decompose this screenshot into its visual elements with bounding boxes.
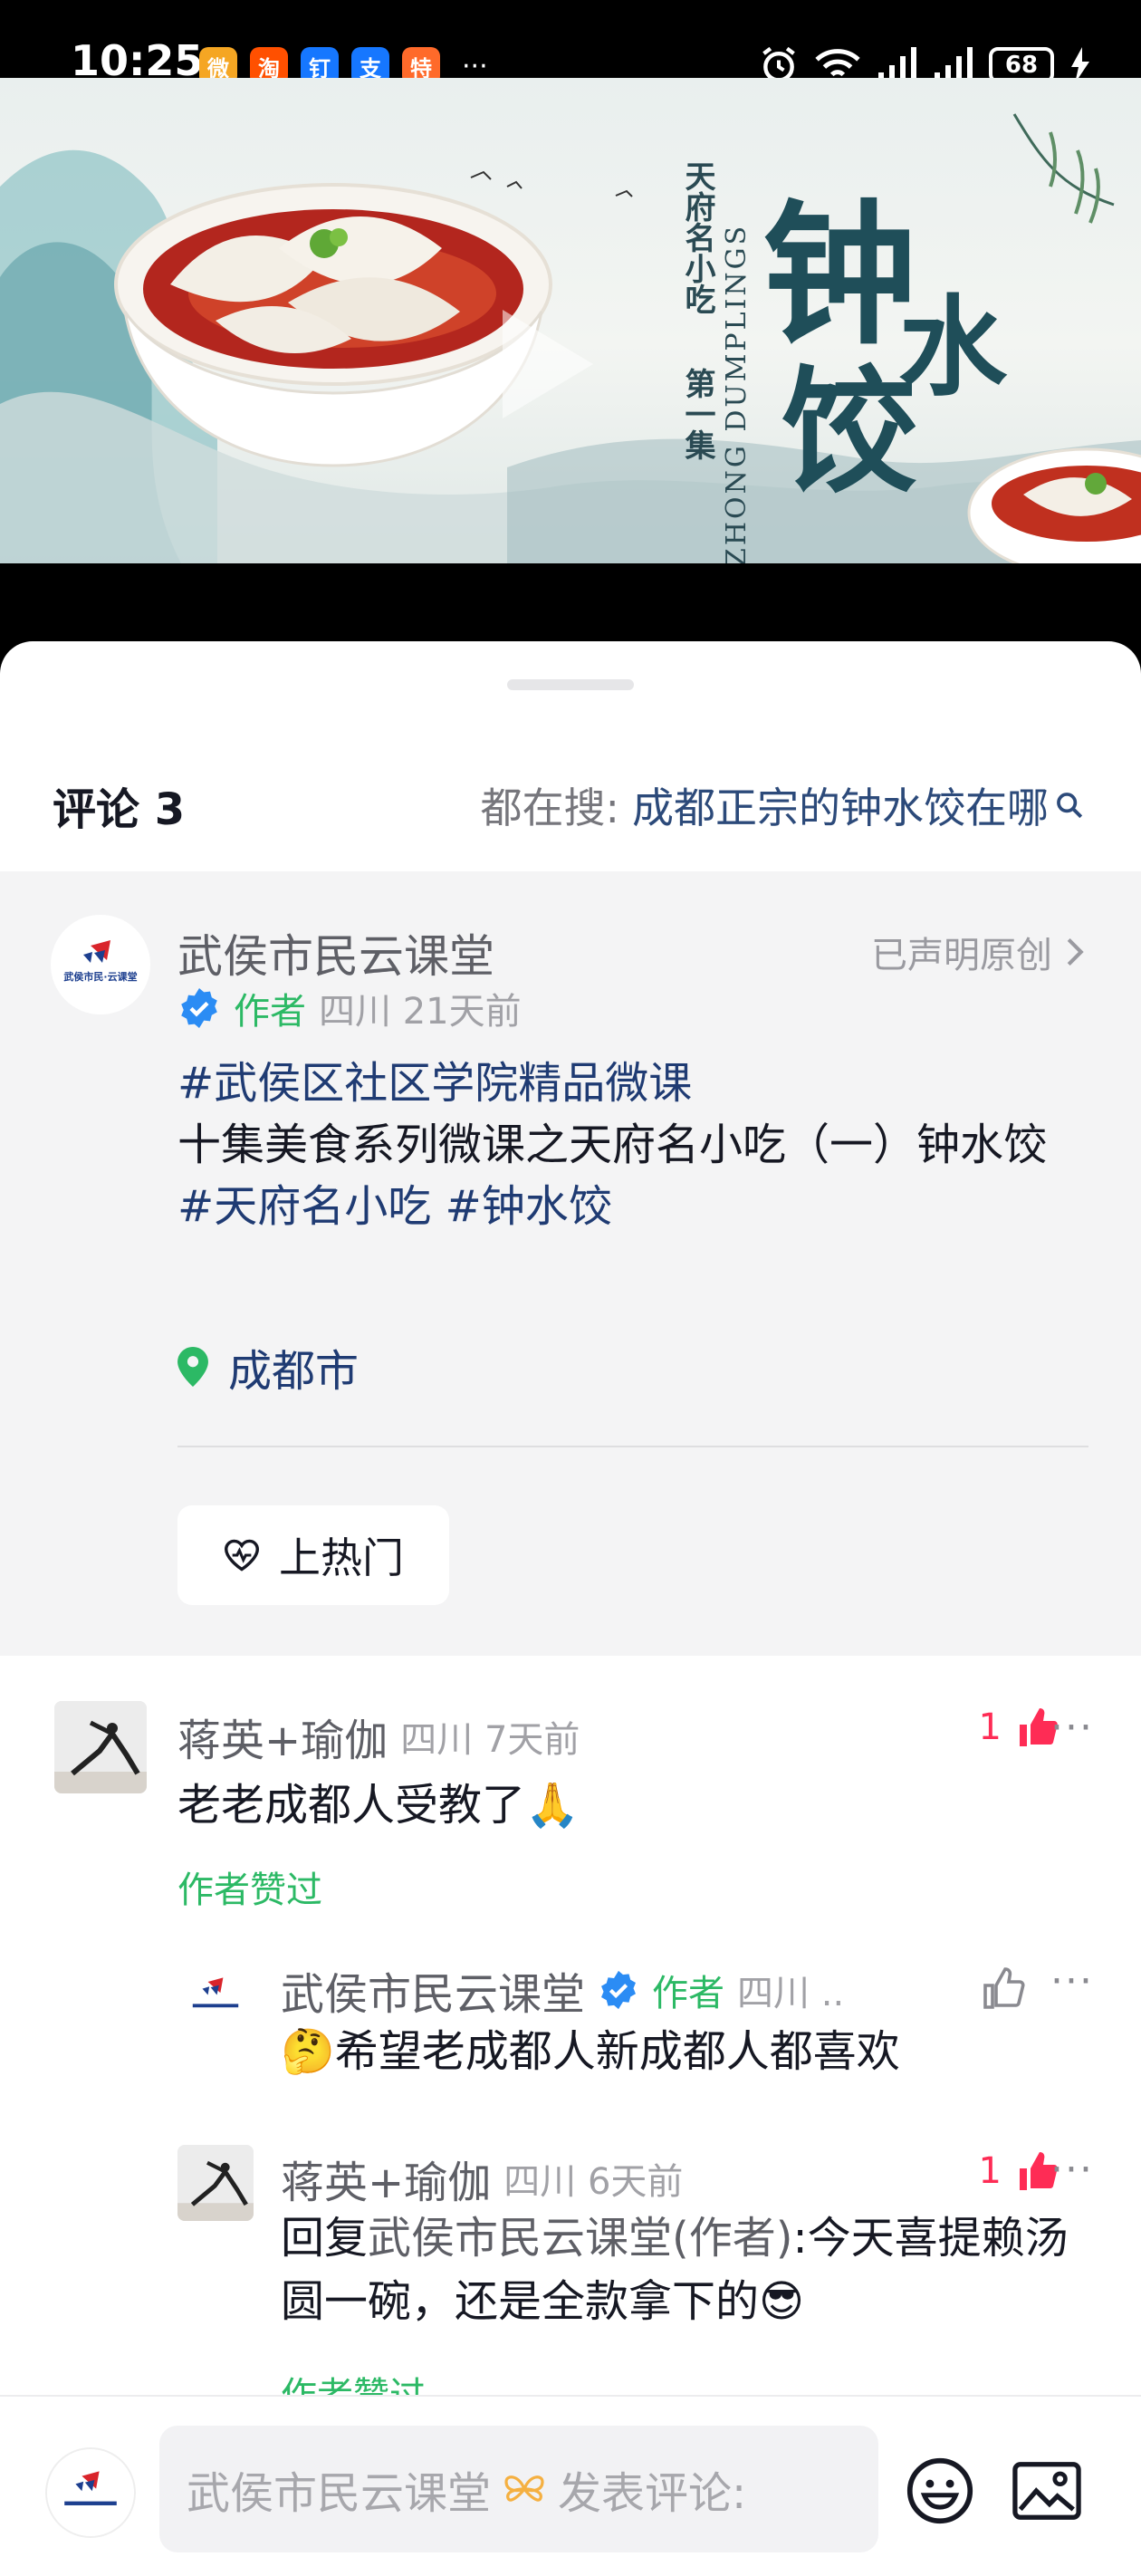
- yunketang-logo-text: 武侯市民·云课堂: [63, 971, 138, 983]
- comment-input-bar: 武侯市民云课堂 发表评论:: [0, 2395, 1141, 2576]
- trending-search-label: 都在搜:: [480, 783, 620, 832]
- thinking-emoji: 🤔: [281, 2026, 335, 2077]
- like-count: 1: [978, 1706, 1002, 1748]
- post-description: #武侯区社区学院精品微课 十集美食系列微课之天府名小吃（一）钟水饺 #天府名小吃…: [177, 1053, 1092, 1237]
- author-reply-avatar[interactable]: [177, 1958, 254, 2034]
- yunketang-logo-icon: [177, 1958, 254, 2034]
- more-options-icon[interactable]: ···: [1050, 1958, 1094, 2004]
- author-name[interactable]: 武侯市民云课堂: [177, 920, 494, 985]
- verified-badge-icon: [601, 1970, 636, 2010]
- reply-target-link[interactable]: 武侯市民云课堂(作者): [368, 2213, 792, 2264]
- more-options-icon[interactable]: ···: [1050, 1705, 1094, 1751]
- comment-meta: 四川 6天前: [503, 2161, 684, 2203]
- author-meta: 作者 四川 21天前: [177, 982, 522, 1034]
- current-user-avatar[interactable]: [45, 2447, 136, 2538]
- english-title: ZHONG DUMPLINGS: [721, 223, 753, 563]
- praying-hands-emoji: 🙏: [525, 1780, 580, 1831]
- boost-hot-button[interactable]: 上热门: [177, 1505, 449, 1605]
- comment-input[interactable]: 武侯市民云课堂 发表评论:: [159, 2426, 878, 2552]
- chevron-right-icon: [1067, 937, 1084, 966]
- comment-meta: 四川 7天前: [400, 1719, 580, 1761]
- replier-name[interactable]: 蒋英+瑜伽: [281, 2147, 491, 2210]
- comment-count: 评论 3: [53, 784, 186, 835]
- commenter-name-row: 蒋英+瑜伽 四川 7天前: [177, 1705, 580, 1768]
- yunketang-logo-icon: [51, 915, 150, 1014]
- comment-meta: 四川 ..: [737, 1973, 845, 2014]
- location-label: 成都市: [228, 1346, 360, 1397]
- image-picker-icon[interactable]: [1012, 2460, 1081, 2522]
- author-avatar[interactable]: 武侯市民·云课堂: [51, 915, 150, 1014]
- trending-search-keyword: 成都正宗的钟水饺在哪: [632, 783, 1049, 832]
- dumpling-bowl-image: [114, 183, 552, 467]
- dumpling-bowl-corner-image: [967, 447, 1141, 563]
- replier-name[interactable]: 武侯市民云课堂: [281, 1958, 585, 2022]
- post-text: 十集美食系列微课之天府名小吃（一）钟水饺: [177, 1120, 1048, 1170]
- play-icon[interactable]: [503, 310, 593, 418]
- heart-rate-icon: [224, 1539, 260, 1572]
- divider: [177, 1446, 1088, 1447]
- yoga-avatar-image: [54, 1701, 147, 1793]
- hashtag-link[interactable]: #武侯区社区学院精品微课: [177, 1053, 1092, 1114]
- original-declared-label: 已声明原创: [871, 935, 1052, 976]
- location-pin-icon: [177, 1347, 208, 1387]
- like-count: 1: [978, 2150, 1002, 2192]
- sunglasses-emoji: 😎: [759, 2276, 805, 2327]
- original-declared-link[interactable]: 已声明原创: [871, 926, 1085, 978]
- butterfly-icon: [504, 2475, 544, 2502]
- more-options-icon[interactable]: ···: [1050, 2147, 1094, 2193]
- like-button[interactable]: 1: [979, 1706, 1060, 1748]
- replier-name-row: 武侯市民云课堂 作者 四川 ..: [281, 1958, 844, 2022]
- like-button[interactable]: 1: [979, 2150, 1060, 2192]
- comment-item: 蒋英+瑜伽 四川 7天前 1 ··· 老老成都人受教了🙏 作者赞过: [0, 1701, 1141, 1964]
- emoji-icon[interactable]: [906, 2456, 974, 2525]
- hashtags-link[interactable]: #天府名小吃 #钟水饺: [177, 1176, 1092, 1237]
- location-link[interactable]: 成都市: [177, 1335, 359, 1399]
- video-player[interactable]: 天府名小吃 第一集 ZHONG DUMPLINGS 钟 水 饺: [0, 78, 1141, 563]
- comment-sheet: 评论 3 都在搜: 成都正宗的钟水饺在哪 武侯市民·云课堂 武侯市民云课堂 已声…: [0, 641, 1141, 2576]
- verified-badge-icon: [181, 988, 217, 1028]
- placeholder-user-name: 武侯市民云课堂: [187, 2468, 492, 2519]
- commenter-avatar[interactable]: [54, 1701, 147, 1793]
- reply-text: 回复武侯市民云课堂(作者):今天喜提赖汤圆一碗，还是全款拿下的😎: [281, 2213, 1069, 2327]
- reply-item: 蒋英+瑜伽 四川 6天前 1 ··· 回复武侯市民云课堂(作者):今天喜提赖汤圆…: [0, 2145, 1141, 2417]
- comment-text: 老老成都人受教了🙏: [177, 1780, 580, 1831]
- replier-avatar[interactable]: [177, 2145, 254, 2221]
- status-bar: 10:25 微 淘 钉 支 特 ··· 68: [0, 0, 1141, 85]
- author-tag: 作者: [234, 991, 306, 1033]
- post-region-time: 四川 21天前: [319, 991, 522, 1033]
- reply-item: 武侯市民云课堂 作者 四川 .. ··· 🤔希望老成都人新成都人都喜欢: [0, 1958, 1141, 2139]
- search-icon: [1057, 793, 1083, 819]
- author-tag: 作者: [652, 1973, 725, 2014]
- comment-header: 评论 3 都在搜: 成都正宗的钟水饺在哪: [0, 741, 1141, 859]
- author-post: 武侯市民·云课堂 武侯市民云课堂 已声明原创 作者 四川 21天前 #武侯区社区…: [0, 871, 1141, 1656]
- yunketang-logo-icon: [47, 2449, 134, 2536]
- video-bottom-bar: [0, 563, 1141, 645]
- author-liked-label: 作者赞过: [177, 1870, 322, 1911]
- replier-name-row: 蒋英+瑜伽 四川 6天前: [281, 2147, 683, 2210]
- commenter-name[interactable]: 蒋英+瑜伽: [177, 1705, 388, 1768]
- placeholder-text: 发表评论:: [558, 2468, 747, 2519]
- reply-text: 🤔希望老成都人新成都人都喜欢: [281, 2026, 900, 2077]
- trending-search-link[interactable]: 都在搜: 成都正宗的钟水饺在哪: [481, 775, 1086, 835]
- sheet-drag-handle[interactable]: [507, 679, 634, 690]
- yoga-avatar-image: [177, 2145, 254, 2221]
- thumbs-up-outline-icon[interactable]: [982, 1967, 1025, 2009]
- boost-hot-label: 上热门: [279, 1533, 404, 1582]
- status-time: 10:25: [71, 36, 204, 85]
